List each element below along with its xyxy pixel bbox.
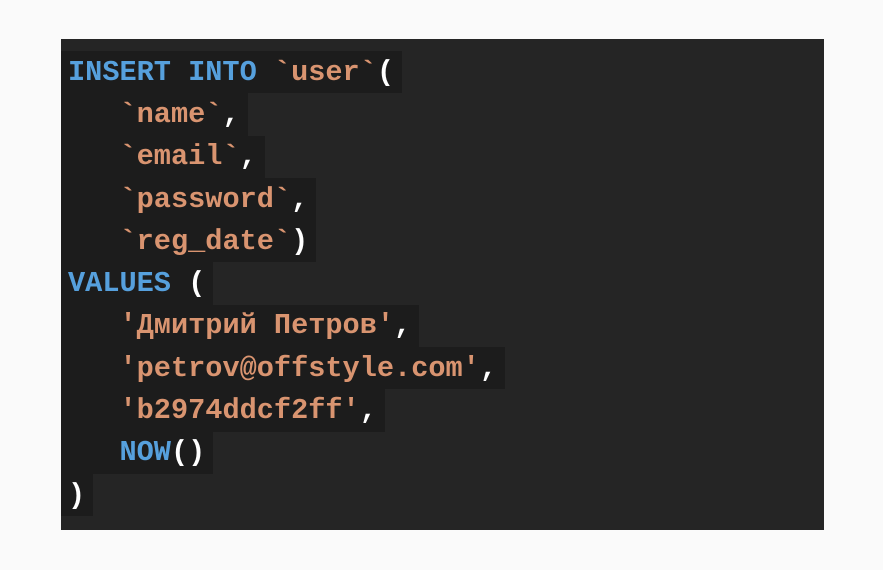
column-identifier: `name` — [119, 97, 223, 131]
code-line-7: 'Дмитрий Петров', — [61, 304, 824, 348]
string-literal: 'Дмитрий Петров' — [119, 309, 395, 343]
code-line-1: INSERT INTO `user`( — [61, 51, 824, 94]
code-line-5: `reg_date`) — [61, 220, 824, 263]
code-line-3: `email`, — [61, 135, 824, 178]
code-line-5-content: `reg_date`) — [61, 220, 317, 263]
code-line-10-content: NOW() — [61, 431, 214, 474]
punctuation: , — [394, 309, 412, 343]
punctuation: , — [291, 182, 309, 216]
punctuation: , — [222, 97, 240, 131]
code-line-2-content: `name`, — [61, 93, 248, 136]
punctuation: ( — [376, 55, 395, 89]
sql-keyword: VALUES — [68, 267, 189, 301]
punctuation: () — [170, 436, 206, 470]
table-identifier: `user` — [273, 55, 377, 89]
column-identifier: `email` — [119, 140, 240, 174]
punctuation: , — [359, 394, 377, 428]
code-line-6: VALUES ( — [61, 262, 824, 305]
column-identifier: `reg_date` — [119, 224, 292, 258]
code-line-11: ) — [61, 473, 824, 517]
code-line-10: NOW() — [61, 431, 824, 474]
punctuation: , — [239, 140, 257, 174]
code-line-7-content: 'Дмитрий Петров', — [61, 304, 420, 348]
code-line-2: `name`, — [61, 93, 824, 136]
sql-function: NOW — [119, 436, 171, 470]
code-line-11-content: ) — [61, 473, 94, 517]
punctuation: ( — [188, 267, 206, 301]
string-literal: 'petrov@offstyle.com' — [119, 351, 480, 385]
code-line-9: 'b2974ddcf2ff', — [61, 389, 824, 432]
code-line-4: `password`, — [61, 177, 824, 221]
sql-keyword: INSERT INTO — [68, 55, 274, 89]
code-line-8: 'petrov@offstyle.com', — [61, 347, 824, 390]
code-line-3-content: `email`, — [61, 135, 265, 178]
column-identifier: `password` — [119, 182, 292, 216]
punctuation: ) — [291, 224, 309, 258]
code-block: INSERT INTO `user`( `name`, `email`, `pa… — [61, 39, 824, 530]
code-line-8-content: 'petrov@offstyle.com', — [61, 347, 505, 390]
code-line-9-content: 'b2974ddcf2ff', — [61, 389, 385, 432]
punctuation: ) — [68, 478, 86, 512]
code-line-1-content: INSERT INTO `user`( — [61, 51, 403, 94]
string-literal: 'b2974ddcf2ff' — [119, 394, 360, 428]
punctuation: , — [479, 351, 497, 385]
code-line-4-content: `password`, — [61, 177, 317, 221]
code-line-6-content: VALUES ( — [61, 262, 214, 305]
